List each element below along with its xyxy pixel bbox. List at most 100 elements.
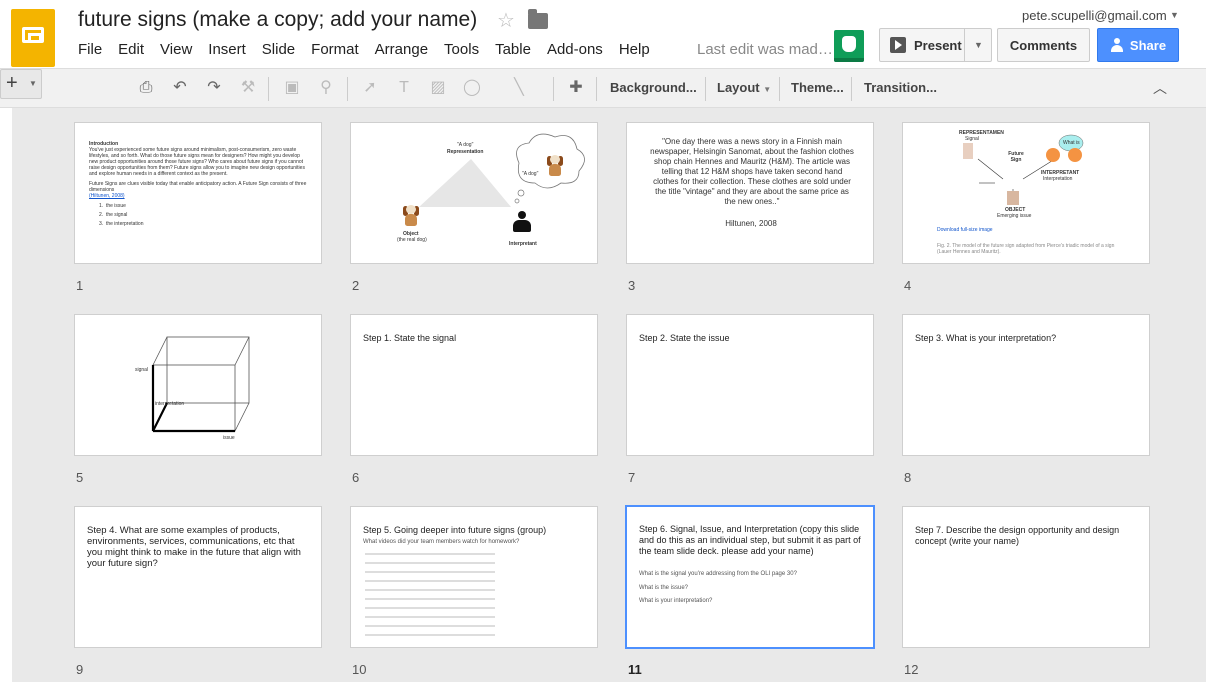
theme-button[interactable]: Theme... (791, 80, 844, 95)
slide-title: Step 3. What is your interpretation? (915, 333, 1057, 343)
slide-question: What is the signal you're addressing fro… (639, 571, 797, 577)
slide-thumbnail-4[interactable]: REPRESENTAMEN Signal Future Sign What is… (902, 122, 1150, 264)
slide-subtitle: What videos did your team members watch … (363, 539, 520, 545)
slide-number: 4 (904, 278, 912, 293)
slide-label: Signal (965, 136, 979, 142)
comments-button[interactable]: Comments (997, 28, 1090, 62)
slide-title: Step 1. State the signal (363, 333, 457, 343)
slides-logo-icon[interactable] (11, 9, 55, 67)
slide-title: Step 4. What are some examples of produc… (87, 525, 301, 569)
menu-tools[interactable]: Tools (444, 41, 479, 61)
slide-caption: Fig. 2. The model of the future sign ada… (937, 243, 1115, 255)
redo-icon[interactable]: ↷ (203, 77, 225, 99)
slide-label: "A dog" (522, 171, 539, 177)
line-icon[interactable]: ╲ (508, 77, 530, 99)
undo-icon[interactable]: ↶ (169, 77, 191, 99)
slide-thumbnail-11[interactable]: Step 6. Signal, Issue, and Interpretatio… (625, 505, 875, 649)
slide-label: Interpretation (1043, 176, 1073, 182)
slide-label: interpretation (155, 401, 185, 407)
dog-icon (403, 205, 419, 227)
image-icon[interactable]: ▨ (427, 77, 449, 99)
collapse-toolbar-icon[interactable]: ︿ (1153, 78, 1167, 98)
menu-arrange[interactable]: Arrange (375, 41, 428, 61)
comment-add-icon[interactable]: ✚ (565, 77, 587, 99)
slide-number: 11 (628, 662, 642, 677)
text-box-icon[interactable]: T (393, 77, 415, 99)
present-label: Present (914, 37, 962, 53)
new-slide-button[interactable]: + ▼ (0, 69, 42, 99)
menu-view[interactable]: View (160, 41, 192, 61)
menu-file[interactable]: File (78, 41, 102, 61)
paint-format-icon[interactable]: ⚒ (237, 77, 259, 99)
slide-thumbnail-9[interactable]: Step 4. What are some examples of produc… (74, 506, 322, 648)
slide-thumbnail-8[interactable]: Step 3. What is your interpretation? (902, 314, 1150, 456)
account-caret-icon[interactable]: ▼ (1170, 10, 1179, 20)
slide-list-item: the issue (105, 203, 126, 209)
slide-number: 8 (904, 470, 912, 485)
fit-icon[interactable]: ▣ (281, 77, 303, 99)
print-icon[interactable]: ⎙ (135, 77, 157, 99)
slide-number: 1 (76, 278, 84, 293)
play-icon (890, 37, 906, 53)
star-icon[interactable]: ☆ (497, 8, 515, 33)
slide-number: 9 (76, 662, 84, 677)
transition-button[interactable]: Transition... (864, 80, 937, 95)
folder-icon[interactable] (528, 9, 548, 29)
slide-thumbnail-6[interactable]: Step 1. State the signal (350, 314, 598, 456)
slide-quote: "One day there was a news story in a Fin… (650, 137, 854, 206)
slide-citation: Hiltunen, 2008 (725, 219, 777, 228)
slide-label: Representation (447, 149, 484, 155)
zoom-icon[interactable]: ⚲ (315, 77, 337, 99)
slide-thumbnail-1[interactable]: Introduction You've just experienced som… (74, 122, 322, 264)
slide-body-2: Future Signs are clues visible today tha… (89, 181, 307, 193)
user-email[interactable]: pete.scupelli@gmail.com (1022, 8, 1167, 23)
share-label: Share (1129, 37, 1167, 53)
slide-thumbnail-7[interactable]: Step 2. State the issue (626, 314, 874, 456)
slide-number: 2 (352, 278, 360, 293)
menu-edit[interactable]: Edit (118, 41, 144, 61)
slide-title: Step 2. State the issue (639, 333, 730, 343)
layout-button[interactable]: Layout ▼ (717, 80, 771, 95)
menu-slide[interactable]: Slide (262, 41, 295, 61)
slide-thumbnail-5[interactable]: signal interpretation issue (74, 314, 322, 456)
slide-body: You've just experienced some future sign… (89, 147, 305, 177)
slide-list-item: the interpretation (105, 221, 144, 227)
slide-thumbnail-3[interactable]: "One day there was a news story in a Fin… (626, 122, 874, 264)
slide-label: (the real dog) (397, 237, 427, 243)
slide-link: (Hiltunen, 2008) (89, 193, 125, 199)
menu-help[interactable]: Help (619, 41, 650, 61)
slide-thumbnail-10[interactable]: Step 5. Going deeper into future signs (… (350, 506, 598, 648)
slide-number: 7 (628, 470, 636, 485)
slide-label: signal (135, 367, 149, 373)
menu-bar: File Edit View Insert Slide Format Arran… (78, 41, 666, 61)
present-button[interactable]: Present ▼ (879, 28, 992, 62)
shape-icon[interactable]: ◯ (461, 77, 483, 99)
menu-format[interactable]: Format (311, 41, 359, 61)
present-dropdown-icon[interactable]: ▼ (974, 40, 983, 50)
last-edit-link[interactable]: Last edit was mad… (697, 41, 833, 58)
app-header: future signs (make a copy; add your name… (0, 0, 1206, 68)
document-title[interactable]: future signs (make a copy; add your name… (78, 8, 477, 32)
slide-placeholder-lines (365, 553, 495, 643)
slide-number: 5 (76, 470, 84, 485)
slide-grid: Introduction You've just experienced som… (12, 108, 1206, 682)
slide-list-item: the signal (105, 212, 128, 218)
toolbar: + ▼ ⎙ ↶ ↷ ⚒ ▣ ⚲ ➚ T ▨ ◯ ╲ ✚ Background...… (0, 68, 1206, 108)
menu-table[interactable]: Table (495, 41, 531, 61)
cube-diagram (151, 336, 250, 433)
slide-thumbnail-12[interactable]: Step 7. Describe the design opportunity … (902, 506, 1150, 648)
slide-label: What is (1063, 140, 1080, 146)
semiotic-triangle (419, 133, 585, 207)
share-button[interactable]: Share (1097, 28, 1179, 62)
select-icon[interactable]: ➚ (359, 77, 381, 99)
dog-icon (547, 155, 563, 177)
slide-label: Emerging issue (997, 213, 1032, 219)
slide-question: What is the issue? (639, 585, 689, 591)
slide-number: 3 (628, 278, 636, 293)
slide-thumbnail-2[interactable]: "A dog" Representation "A dog" Object (t… (350, 122, 598, 264)
menu-insert[interactable]: Insert (208, 41, 246, 61)
background-button[interactable]: Background... (610, 80, 697, 95)
avatar[interactable] (834, 30, 864, 62)
menu-addons[interactable]: Add-ons (547, 41, 603, 61)
person-icon (513, 211, 531, 233)
